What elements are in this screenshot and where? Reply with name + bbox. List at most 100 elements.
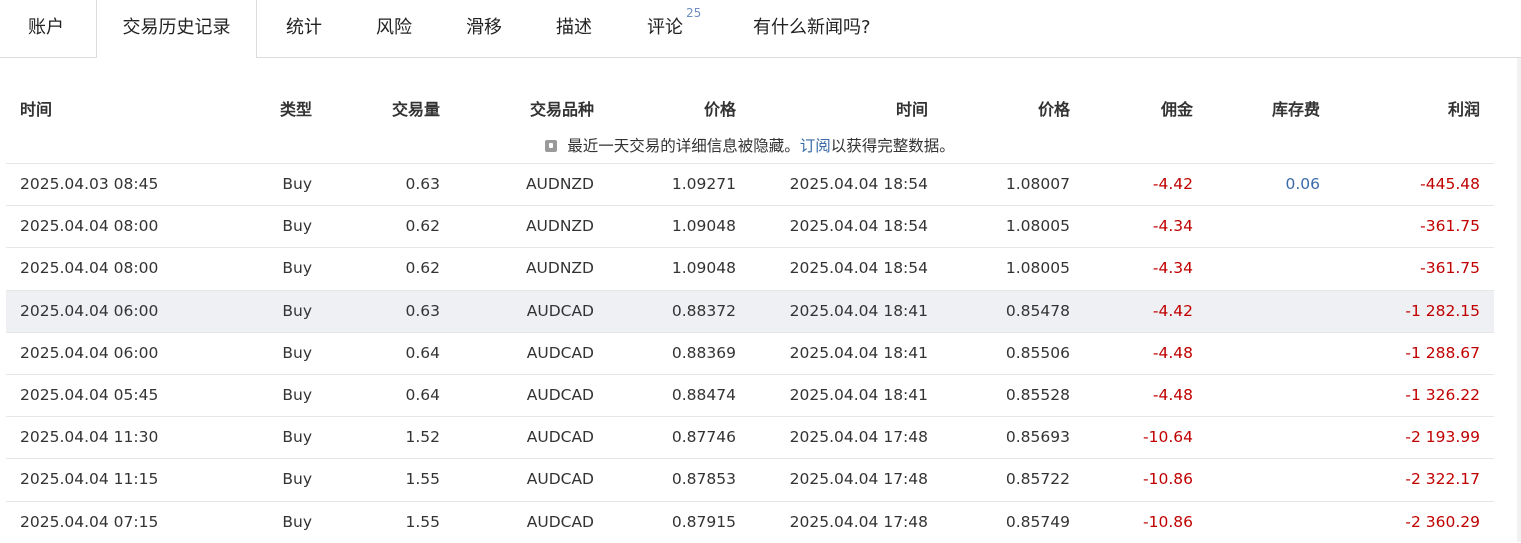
cell-close-time: 2025.04.04 17:48 xyxy=(789,470,928,489)
header-close-time: 时间 xyxy=(895,100,928,119)
cell-open-price: 0.87746 xyxy=(671,428,736,447)
cell-symbol: AUDNZD xyxy=(525,259,594,278)
tab-description[interactable]: 描述 xyxy=(556,0,592,57)
lock-icon xyxy=(545,140,558,152)
cell-close-time: 2025.04.04 18:41 xyxy=(789,386,928,404)
cell-profit: -2 322.17 xyxy=(1405,470,1480,489)
cell-open-price: 0.87915 xyxy=(671,512,736,531)
cell-commission: -10.86 xyxy=(1143,470,1193,489)
cell-close-time: 2025.04.04 18:54 xyxy=(789,217,928,236)
cell-volume: 0.64 xyxy=(405,343,440,362)
tab-slippage[interactable]: 滑移 xyxy=(466,0,502,57)
cell-close-time: 2025.04.04 18:41 xyxy=(789,301,928,320)
tab-news[interactable]: 有什么新闻吗? xyxy=(753,0,871,57)
cell-symbol: AUDCAD xyxy=(526,301,594,320)
cell-close-price: 0.85506 xyxy=(1005,343,1070,362)
header-open-price: 价格 xyxy=(703,100,736,119)
cell-profit: -361.75 xyxy=(1420,259,1480,278)
tab-reviews[interactable]: 评论 xyxy=(647,0,683,57)
cell-volume: 0.63 xyxy=(405,175,440,193)
cell-close-price: 0.85528 xyxy=(1005,386,1070,404)
tab-account[interactable]: 账户 xyxy=(28,0,64,57)
cell-close-price: 1.08005 xyxy=(1005,217,1070,236)
cell-close-price: 1.08005 xyxy=(1005,259,1070,278)
cell-open-price: 1.09271 xyxy=(671,175,736,193)
cell-type: Buy xyxy=(282,301,312,320)
cell-close-price: 1.08007 xyxy=(1005,175,1070,193)
cell-volume: 0.63 xyxy=(405,301,440,320)
cell-volume: 1.55 xyxy=(405,470,440,489)
tab-risks[interactable]: 风险 xyxy=(376,0,412,57)
cell-type: Buy xyxy=(282,470,312,489)
table-row: 2025.04.04 08:00 Buy 0.62 AUDNZD 1.09048 2025… xyxy=(6,205,1494,247)
cell-profit: -2 193.99 xyxy=(1405,428,1480,447)
header-symbol: 交易品种 xyxy=(529,100,594,119)
cell-volume: 0.62 xyxy=(405,217,440,236)
cell-type: Buy xyxy=(282,386,312,404)
cell-open-time: 2025.04.04 05:45 xyxy=(20,386,159,404)
cell-type: Buy xyxy=(282,428,312,447)
table-row: 2025.04.03 08:45 Buy 0.63 AUDNZD 1.09271 2025… xyxy=(6,163,1494,205)
cell-symbol: AUDCAD xyxy=(526,512,594,531)
cell-type: Buy xyxy=(282,217,312,236)
tab-trade-history[interactable]: 交易历史记录 xyxy=(96,0,257,58)
cell-open-time: 2025.04.04 06:00 xyxy=(20,301,159,320)
cell-volume: 1.55 xyxy=(405,512,440,531)
cell-type: Buy xyxy=(282,512,312,531)
tab-bar: 账户 交易历史记录 统计 风险 滑移 描述 评论 25 有什么新闻吗? xyxy=(0,0,1521,58)
cell-close-time: 2025.04.04 18:54 xyxy=(789,259,928,278)
cell-profit: -2 360.29 xyxy=(1405,512,1480,531)
cell-commission: -10.86 xyxy=(1143,512,1193,531)
cell-profit: -1 326.22 xyxy=(1405,386,1480,404)
cell-close-price: 0.85693 xyxy=(1005,428,1070,447)
cell-symbol: AUDCAD xyxy=(526,386,594,404)
cell-symbol: AUDCAD xyxy=(526,428,594,447)
tab-statistics[interactable]: 统计 xyxy=(286,0,322,57)
cell-open-time: 2025.04.03 08:45 xyxy=(20,175,159,193)
cell-profit: -361.75 xyxy=(1420,217,1480,236)
cell-symbol: AUDNZD xyxy=(525,217,594,236)
cell-volume: 1.52 xyxy=(405,428,440,447)
table-row: 2025.04.04 07:15 Buy 1.55 AUDCAD 0.87915 2025… xyxy=(6,500,1494,543)
cell-close-time: 2025.04.04 17:48 xyxy=(789,428,928,447)
cell-open-price: 0.88474 xyxy=(671,386,736,404)
table-row: 2025.04.04 11:15 Buy 1.55 AUDCAD 0.87853 2025… xyxy=(6,458,1494,500)
cell-close-price: 0.85749 xyxy=(1005,512,1070,531)
cell-close-time: 2025.04.04 18:41 xyxy=(789,343,928,362)
cell-open-price: 1.09048 xyxy=(671,217,736,236)
cell-commission: -4.42 xyxy=(1152,301,1193,320)
cell-open-time: 2025.04.04 06:00 xyxy=(20,343,159,362)
subscribe-link[interactable]: 订阅 xyxy=(800,137,831,155)
cell-swap: 0.06 xyxy=(1285,175,1320,193)
cell-profit: -1 282.15 xyxy=(1405,301,1480,320)
header-open-time: 时间 xyxy=(20,100,53,119)
page-scrollbar[interactable] xyxy=(1517,58,1521,542)
table-row: 2025.04.04 06:00 Buy 0.64 AUDCAD 0.88369 2025… xyxy=(6,331,1494,374)
header-swap: 库存费 xyxy=(1271,100,1320,119)
cell-open-price: 0.88369 xyxy=(671,343,736,362)
cell-profit: -1 288.67 xyxy=(1405,343,1480,362)
cell-type: Buy xyxy=(282,175,312,193)
table-row: 2025.04.04 06:00 Buy 0.63 AUDCAD 0.88372 2025… xyxy=(6,289,1494,332)
cell-volume: 0.62 xyxy=(405,259,440,278)
cell-type: Buy xyxy=(282,343,312,362)
cell-open-price: 0.87853 xyxy=(671,470,736,489)
cell-commission: -4.34 xyxy=(1152,217,1193,236)
header-commission: 佣金 xyxy=(1160,100,1193,119)
table-row: 2025.04.04 05:45 Buy 0.64 AUDCAD 0.88474 2025… xyxy=(6,374,1494,416)
table-row: 2025.04.04 11:30 Buy 1.52 AUDCAD 0.87746 2025… xyxy=(6,416,1494,458)
header-close-price: 价格 xyxy=(1037,100,1070,119)
reviews-count-badge: 25 xyxy=(686,6,702,20)
header-volume: 交易量 xyxy=(391,100,440,119)
cell-close-time: 2025.04.04 18:54 xyxy=(789,175,928,193)
cell-open-time: 2025.04.04 08:00 xyxy=(20,217,159,236)
cell-open-time: 2025.04.04 11:30 xyxy=(20,428,159,447)
header-profit: 利润 xyxy=(1447,100,1480,119)
notice-text: 最近一天交易的详细信息被隐藏。 xyxy=(567,137,800,155)
cell-symbol: AUDCAD xyxy=(526,343,594,362)
hidden-details-notice: 最近一天交易的详细信息被隐藏。订阅以获得完整数据。 xyxy=(6,134,1494,156)
table-row: 2025.04.04 08:00 Buy 0.62 AUDNZD 1.09048 2025… xyxy=(6,247,1494,289)
cell-open-time: 2025.04.04 08:00 xyxy=(20,259,159,278)
cell-symbol: AUDNZD xyxy=(525,175,594,193)
cell-commission: -4.42 xyxy=(1152,175,1193,193)
